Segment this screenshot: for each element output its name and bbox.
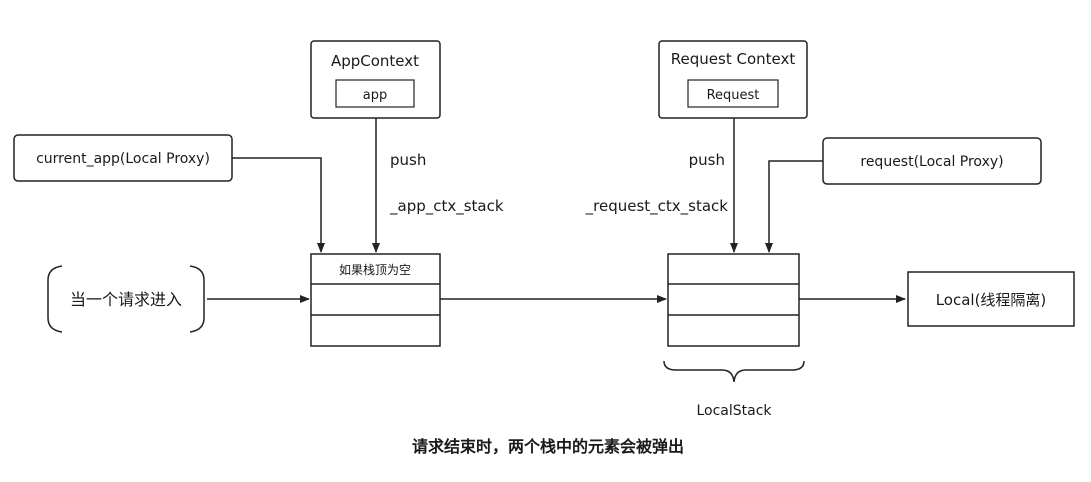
- diagram-canvas: AppContext app Request Context Request c…: [13, 40, 1075, 456]
- localstack-label: LocalStack: [696, 403, 772, 419]
- app-stack-top-label: 如果栈顶为空: [339, 262, 411, 277]
- request-entry: 当一个请求进入: [47, 265, 205, 333]
- app-context-box: AppContext app: [310, 40, 441, 119]
- app-context-title: AppContext: [331, 52, 419, 70]
- local-box-label: Local(线程隔离): [936, 291, 1047, 309]
- request-push-label: push: [689, 151, 725, 169]
- request-ctx-stack: [667, 253, 800, 347]
- app-inner-label: app: [363, 88, 387, 103]
- current-app-arrow: [232, 157, 325, 253]
- current-app-proxy-box: current_app(Local Proxy): [13, 134, 233, 182]
- right-bracket: [189, 265, 205, 333]
- request-proxy-arrow: [765, 160, 823, 253]
- left-bracket: [47, 265, 63, 333]
- footer-note: 请求结束时，两个栈中的元素会被弹出: [412, 437, 684, 456]
- app-ctx-stack: 如果栈顶为空: [310, 253, 441, 347]
- app-stack-name-label: _app_ctx_stack: [389, 197, 504, 216]
- localstack-brace: [663, 360, 805, 383]
- request-context-title: Request Context: [671, 50, 796, 68]
- request-proxy-box: request(Local Proxy): [822, 137, 1042, 185]
- request-inner-label: Request: [707, 88, 760, 103]
- app-push-label: push: [390, 151, 426, 169]
- local-box: Local(线程隔离): [907, 271, 1075, 327]
- request-stack-name-label: _request_ctx_stack: [585, 197, 729, 216]
- request-entry-label: 当一个请求进入: [70, 290, 182, 309]
- current-app-proxy-label: current_app(Local Proxy): [36, 151, 210, 167]
- request-context-box: Request Context Request: [658, 40, 808, 119]
- request-proxy-label: request(Local Proxy): [860, 154, 1003, 170]
